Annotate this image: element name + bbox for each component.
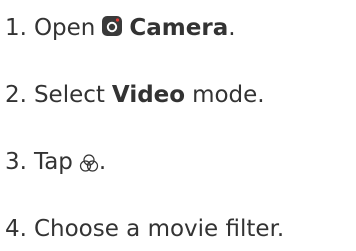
step-text: Open <box>33 15 96 41</box>
step-choose-filter: 4. Choose a movie filter. <box>5 214 284 244</box>
step-punct: . <box>228 15 236 41</box>
step-open-camera: 1. Open Camera . <box>5 13 236 43</box>
step-number: 4. <box>5 216 27 242</box>
step-number: 3. <box>5 149 27 175</box>
step-text-end: mode. <box>192 82 265 108</box>
step-number: 1. <box>5 15 27 41</box>
step-text: Choose a movie filter. <box>33 216 285 242</box>
app-name: Camera <box>129 15 229 41</box>
step-punct: . <box>98 149 107 175</box>
step-select-video: 2. Select Video mode. <box>5 80 265 110</box>
step-text: Select <box>33 82 105 108</box>
step-text: Tap <box>33 149 73 175</box>
step-tap-filter: 3. Tap . <box>5 147 106 177</box>
camera-app-icon <box>101 15 123 37</box>
filter-icon <box>79 151 99 172</box>
mode-name: Video <box>111 82 186 108</box>
step-number: 2. <box>5 82 27 108</box>
